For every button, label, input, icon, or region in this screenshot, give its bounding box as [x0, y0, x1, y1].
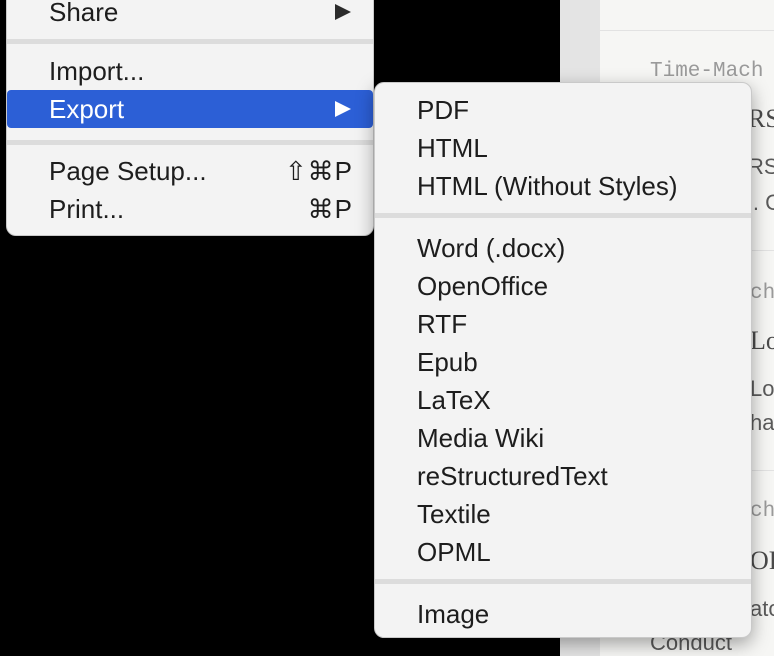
keyboard-shortcut: ⌘P: [307, 194, 353, 224]
menu-item-print[interactable]: Print... ⌘P: [7, 190, 373, 228]
export-option-latex[interactable]: LaTeX: [375, 381, 751, 419]
menu-item-export[interactable]: Export: [7, 90, 373, 128]
menu-item-label: Page Setup...: [49, 156, 207, 186]
keyboard-shortcut: ⇧⌘P: [284, 156, 353, 186]
export-option-pdf[interactable]: PDF: [375, 91, 751, 129]
menu-separator: [7, 39, 373, 44]
export-option-restructuredtext[interactable]: reStructuredText: [375, 457, 751, 495]
menu-separator: [375, 579, 751, 584]
menu-item-label: Export: [49, 94, 125, 124]
menu-item-label: Share: [49, 0, 119, 27]
menu-item-label: Word (.docx): [417, 233, 566, 263]
menu-item-label: LaTeX: [417, 385, 491, 415]
export-option-image[interactable]: Image: [375, 595, 751, 633]
menu-item-label: OpenOffice: [417, 271, 549, 301]
menu-item-import[interactable]: Import...: [7, 52, 373, 90]
menu-item-label: Print...: [49, 194, 125, 224]
menu-item-label: Textile: [417, 499, 491, 529]
document-divider: [600, 30, 774, 31]
menu-item-share[interactable]: Share: [7, 0, 373, 31]
export-option-media-wiki[interactable]: Media Wiki: [375, 419, 751, 457]
menu-separator: [375, 213, 751, 218]
document-text-line: ato: [750, 596, 774, 621]
menu-item-page-setup[interactable]: Page Setup... ⇧⌘P: [7, 152, 373, 190]
menu-item-label: HTML: [417, 133, 488, 163]
export-option-html[interactable]: HTML: [375, 129, 751, 167]
document-heading: OF: [750, 546, 774, 575]
menu-item-label: PDF: [417, 95, 469, 125]
menu-item-label: Media Wiki: [417, 423, 545, 453]
menu-item-label: OPML: [417, 537, 491, 567]
submenu-arrow-icon: [335, 101, 351, 117]
export-option-html-without-styles[interactable]: HTML (Without Styles): [375, 167, 751, 205]
document-text-line: ch: [750, 282, 774, 305]
document-text-line: ch: [750, 500, 774, 523]
menu-item-label: Epub: [417, 347, 478, 377]
document-text-line: Time-Mach: [650, 60, 764, 83]
menu-item-label: HTML (Without Styles): [417, 171, 678, 201]
export-option-rtf[interactable]: RTF: [375, 305, 751, 343]
export-option-epub[interactable]: Epub: [375, 343, 751, 381]
menu-item-label: RTF: [417, 309, 468, 339]
export-option-word[interactable]: Word (.docx): [375, 229, 751, 267]
menu-item-label: Import...: [49, 56, 145, 86]
document-text-line: Lo: [750, 376, 774, 401]
export-option-openoffice[interactable]: OpenOffice: [375, 267, 751, 305]
export-option-opml[interactable]: OPML: [375, 533, 751, 571]
export-submenu: PDF HTML HTML (Without Styles) Word (.do…: [374, 82, 752, 638]
submenu-arrow-icon: [335, 4, 351, 20]
menu-item-label: Image: [417, 599, 490, 629]
file-menu: Share Import... Export Page Setup... ⇧⌘P…: [6, 0, 374, 236]
menu-item-label: reStructuredText: [417, 461, 608, 491]
menu-separator: [7, 140, 373, 145]
document-heading: Lo: [750, 326, 774, 355]
document-text-line: ha: [750, 410, 774, 435]
export-option-textile[interactable]: Textile: [375, 495, 751, 533]
